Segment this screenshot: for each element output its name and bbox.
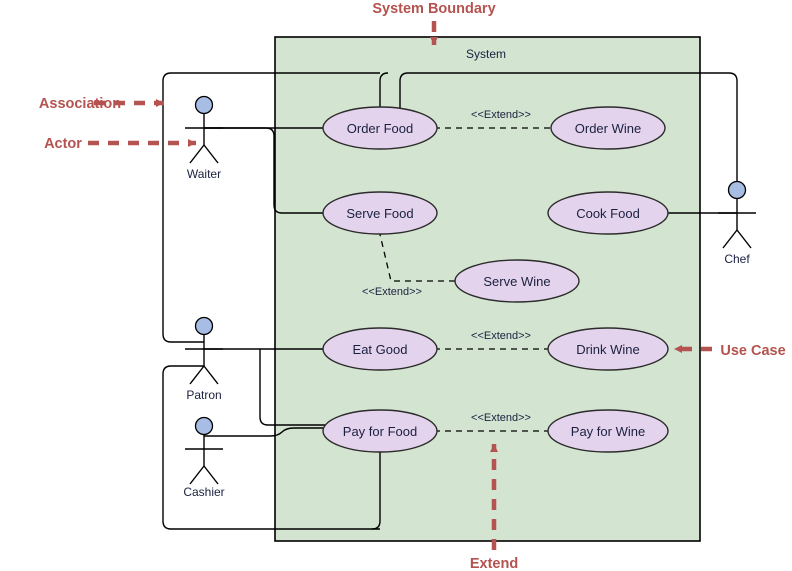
actor-waiter-label: Waiter (187, 167, 221, 181)
use-case-label: Serve Food (346, 206, 413, 221)
actor-cashier-label: Cashier (183, 485, 224, 499)
use-case-label: Serve Wine (483, 274, 550, 289)
diagram-canvas: System Waiter Patron Cashier Chef <<Exte… (39, 1, 786, 571)
use-case-label: Pay for Food (343, 424, 417, 439)
use-case-pay-for-food[interactable]: Pay for Food (322, 409, 438, 453)
actor-head-icon (194, 416, 214, 436)
annotation-extend-label: Extend (470, 556, 518, 571)
use-case-order-food[interactable]: Order Food (322, 106, 438, 150)
actor-leg-left (722, 229, 738, 249)
use-case-drink-wine[interactable]: Drink Wine (547, 327, 669, 371)
actor-patron-label: Patron (186, 388, 221, 402)
actor-leg-right (736, 229, 752, 249)
annotation-actor-label: Actor (44, 136, 82, 152)
actor-leg-left (189, 465, 205, 485)
annotation-association-label: Association (39, 96, 121, 112)
actor-leg-left (189, 144, 205, 164)
uml-use-case-diagram: System Waiter Patron Cashier Chef <<Exte… (0, 0, 792, 571)
actor-leg-right (203, 365, 219, 385)
use-case-label: Eat Good (353, 342, 408, 357)
use-case-label: Pay for Wine (571, 424, 645, 439)
actor-leg-left (189, 365, 205, 385)
actor-cashier[interactable]: Cashier (183, 416, 225, 500)
extend-label-order: <<Extend>> (471, 109, 531, 121)
system-boundary-label: System (466, 47, 506, 61)
annotation-system-boundary-label: System Boundary (372, 1, 495, 17)
use-case-label: Drink Wine (576, 342, 640, 357)
use-case-label: Cook Food (576, 206, 640, 221)
use-case-label: Order Food (347, 121, 413, 136)
extend-label-pay: <<Extend>> (471, 412, 531, 424)
use-case-cook-food[interactable]: Cook Food (547, 191, 669, 235)
actor-head-icon (194, 316, 214, 336)
actor-waiter[interactable]: Waiter (185, 95, 223, 182)
annotation-use-case-label: Use Case (720, 343, 785, 359)
use-case-label: Order Wine (575, 121, 641, 136)
actor-leg-right (203, 144, 219, 164)
extend-label-serve: <<Extend>> (362, 286, 422, 298)
actor-head-icon (194, 95, 214, 115)
use-case-serve-wine[interactable]: Serve Wine (454, 259, 580, 303)
use-case-pay-for-wine[interactable]: Pay for Wine (547, 409, 669, 453)
use-case-eat-good[interactable]: Eat Good (322, 327, 438, 371)
actor-patron[interactable]: Patron (185, 316, 223, 403)
actor-chef-label: Chef (724, 252, 750, 266)
actor-head-icon (727, 180, 747, 200)
extend-label-eat: <<Extend>> (471, 330, 531, 342)
actor-chef[interactable]: Chef (718, 180, 756, 267)
use-case-serve-food[interactable]: Serve Food (322, 191, 438, 235)
actor-leg-right (203, 465, 219, 485)
use-case-order-wine[interactable]: Order Wine (550, 106, 666, 150)
